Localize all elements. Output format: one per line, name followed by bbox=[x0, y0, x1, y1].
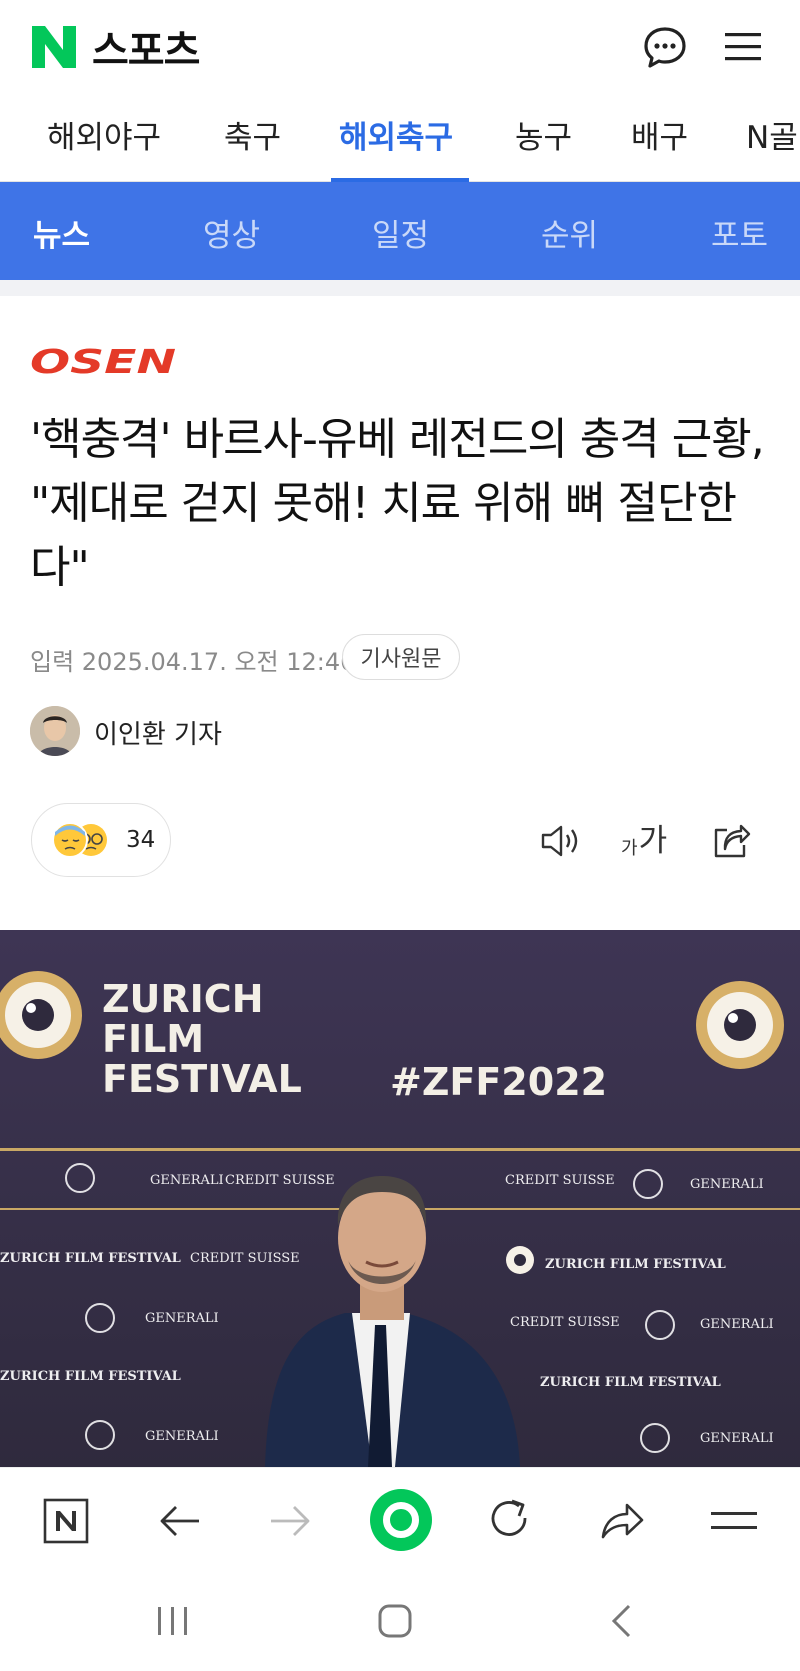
tab-volleyball[interactable]: 배구 bbox=[631, 112, 688, 157]
svg-text:FESTIVAL: FESTIVAL bbox=[102, 1057, 302, 1101]
subtab-ranking[interactable]: 순위 bbox=[541, 210, 598, 255]
system-back-icon[interactable] bbox=[596, 1596, 646, 1646]
svg-text:GENERALI: GENERALI bbox=[690, 1177, 764, 1192]
svg-text:CREDIT SUISSE: CREDIT SUISSE bbox=[510, 1315, 620, 1330]
subtab-schedule[interactable]: 일정 bbox=[372, 210, 429, 255]
svg-text:ZURICH FILM FESTIVAL: ZURICH FILM FESTIVAL bbox=[545, 1257, 726, 1272]
forward-icon bbox=[265, 1496, 315, 1546]
back-icon[interactable] bbox=[155, 1496, 205, 1546]
svg-text:FILM: FILM bbox=[102, 1017, 204, 1061]
home-icon[interactable] bbox=[370, 1596, 420, 1646]
subtab-photo[interactable]: 포토 bbox=[711, 210, 768, 255]
browser-menu-icon[interactable] bbox=[709, 1496, 759, 1546]
article-headline: '핵충격' 바르사-유베 레전드의 충격 근황, "제대로 걷지 못해! 치료 … bbox=[30, 414, 765, 593]
tab-basketball[interactable]: 농구 bbox=[515, 112, 572, 157]
share-arrow-icon[interactable] bbox=[597, 1496, 647, 1546]
svg-text:GENERALI: GENERALI bbox=[150, 1173, 224, 1188]
svg-text:ZURICH: ZURICH bbox=[102, 977, 264, 1021]
menu-icon[interactable] bbox=[718, 22, 768, 72]
section-brand[interactable]: 스포츠 bbox=[92, 18, 200, 76]
font-size-large-label: 가 bbox=[638, 823, 668, 859]
svg-text:#ZFF2022: #ZFF2022 bbox=[390, 1060, 607, 1104]
article-date: 입력 2025.04.17. 오전 12:46 bbox=[30, 648, 356, 676]
naver-n-icon bbox=[32, 26, 76, 68]
share-icon[interactable] bbox=[706, 816, 756, 866]
osen-logo[interactable]: OSEN bbox=[30, 342, 180, 381]
svg-text:CREDIT SUISSE: CREDIT SUISSE bbox=[225, 1173, 335, 1188]
tab-soccer[interactable]: 축구 bbox=[224, 112, 281, 157]
comment-icon[interactable] bbox=[640, 22, 690, 72]
author-name[interactable]: 이인환 기자 bbox=[94, 714, 222, 751]
reaction-emoji-icon bbox=[52, 822, 107, 858]
svg-text:ZURICH FILM FESTIVAL: ZURICH FILM FESTIVAL bbox=[540, 1375, 721, 1390]
naver-logo[interactable] bbox=[32, 26, 76, 68]
tab-overseas-baseball[interactable]: 해외야구 bbox=[47, 112, 161, 157]
recent-apps-icon[interactable] bbox=[148, 1596, 198, 1646]
subtab-video[interactable]: 영상 bbox=[203, 210, 260, 255]
tab-golf[interactable]: N골 bbox=[746, 112, 798, 157]
svg-text:OSEN: OSEN bbox=[30, 346, 176, 376]
svg-text:ZURICH FILM FESTIVAL: ZURICH FILM FESTIVAL bbox=[0, 1369, 181, 1384]
subtab-news[interactable]: 뉴스 bbox=[33, 210, 90, 255]
svg-text:GENERALI: GENERALI bbox=[145, 1429, 219, 1444]
refresh-icon[interactable] bbox=[485, 1494, 535, 1544]
reaction-button[interactable]: 34 bbox=[31, 803, 171, 877]
font-size-button[interactable]: 가 가 bbox=[621, 820, 667, 860]
green-dot-icon bbox=[383, 1502, 419, 1538]
original-article-button[interactable]: 기사원문 bbox=[342, 634, 460, 680]
author-avatar[interactable] bbox=[30, 706, 80, 756]
tab-overseas-soccer[interactable]: 해외축구 bbox=[339, 112, 453, 157]
reaction-count: 34 bbox=[126, 827, 156, 853]
svg-text:CREDIT SUISSE: CREDIT SUISSE bbox=[190, 1251, 300, 1266]
green-dot-button[interactable] bbox=[370, 1489, 432, 1551]
svg-text:ZURICH FILM FESTIVAL: ZURICH FILM FESTIVAL bbox=[0, 1251, 181, 1266]
text-to-speech-icon[interactable] bbox=[536, 816, 586, 866]
svg-text:GENERALI: GENERALI bbox=[700, 1431, 774, 1446]
naver-home-icon[interactable] bbox=[41, 1496, 91, 1546]
section-gap bbox=[0, 280, 800, 296]
font-size-small-label: 가 bbox=[621, 838, 638, 859]
svg-text:GENERALI: GENERALI bbox=[700, 1317, 774, 1332]
svg-text:CREDIT SUISSE: CREDIT SUISSE bbox=[505, 1173, 615, 1188]
svg-text:GENERALI: GENERALI bbox=[145, 1311, 219, 1326]
article-photo[interactable]: ZURICH FILM FESTIVAL #ZFF2022 GENERALI C… bbox=[0, 930, 800, 1467]
